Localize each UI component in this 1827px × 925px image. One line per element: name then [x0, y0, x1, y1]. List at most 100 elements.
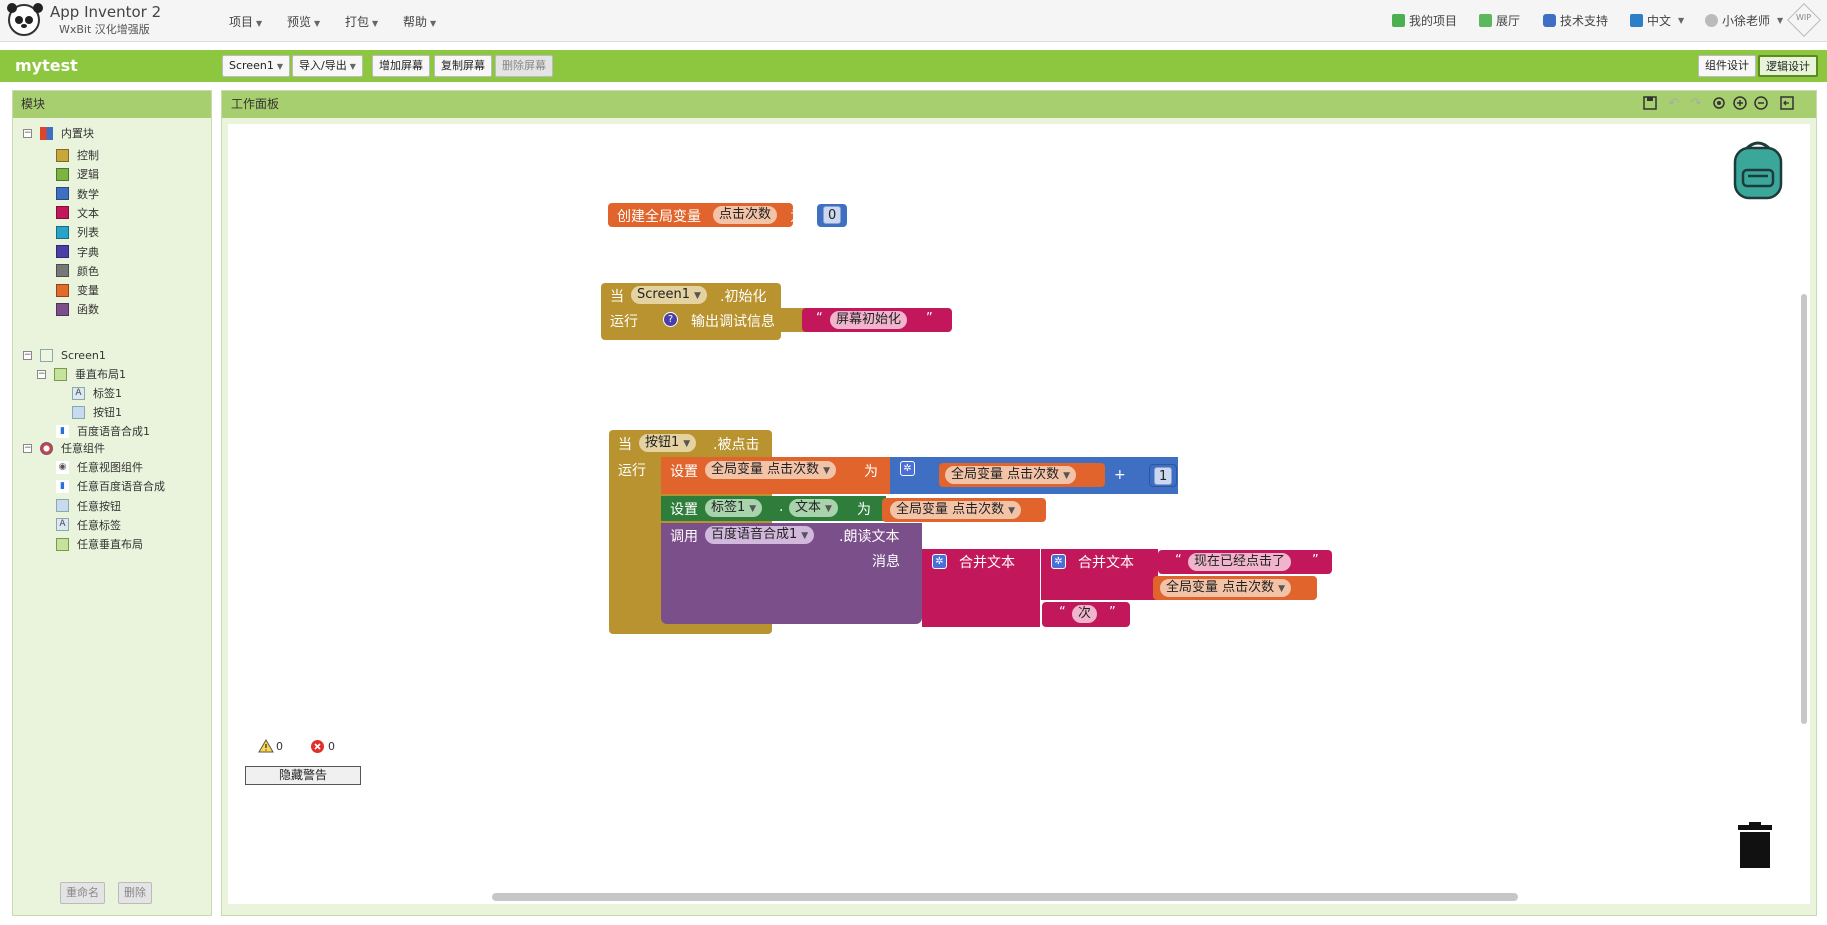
horizontal-scrollbar[interactable] [492, 893, 1518, 901]
undo-icon[interactable]: ↶ [1666, 95, 1682, 111]
text-field[interactable]: 现在已经点击了 [1188, 553, 1292, 571]
category-item[interactable]: 控制 [56, 146, 99, 164]
any-component-item[interactable]: ◉ 任意视图组件 [56, 458, 143, 476]
redo-icon[interactable]: ↷ [1688, 95, 1704, 111]
menu-project[interactable]: 项目 ▼ [229, 13, 262, 30]
trash-icon[interactable] [1738, 822, 1772, 868]
language-menu[interactable]: 中文 ▼ [1630, 12, 1684, 29]
join-text-block-inner[interactable]: ✲ 合并文本 [1041, 549, 1158, 600]
screen-select[interactable]: Screen1 ▼ [222, 55, 290, 77]
tree-builtin[interactable]: − 内置块 [23, 124, 94, 142]
any-component-item[interactable]: ▮ 任意百度语音合成 [56, 477, 165, 495]
category-item[interactable]: 列表 [56, 223, 99, 241]
block-text: .被点击 [713, 437, 760, 453]
mutator-gear-icon[interactable]: ✲ [932, 554, 947, 569]
delete-screen-button[interactable]: 删除屏幕 [495, 55, 553, 77]
component-dropdown[interactable]: 标签1 ▼ [705, 499, 763, 517]
blocks-editor-button[interactable]: 逻辑设计 [1758, 55, 1818, 77]
any-component-item[interactable]: 任意按钮 [56, 497, 121, 515]
my-projects-link[interactable]: 我的项目 [1392, 12, 1457, 29]
any-component-item[interactable]: 任意垂直布局 [56, 535, 143, 553]
text-block[interactable]: “ 现在已经点击了 ” [1158, 550, 1332, 574]
get-global-variable-block[interactable]: 全局变量 点击次数 ▼ [882, 498, 1046, 522]
zoom-in-icon[interactable] [1732, 95, 1748, 111]
component-dropdown[interactable]: 按钮1 ▼ [639, 434, 697, 452]
join-text-block[interactable]: ✲ 合并文本 [922, 549, 1040, 627]
category-item[interactable]: 函数 [56, 300, 99, 318]
category-color-swatch [56, 302, 69, 316]
mutator-gear-icon[interactable]: ✲ [1051, 554, 1066, 569]
any-component-item[interactable]: A 任意标签 [56, 516, 121, 534]
global-variable-dropdown[interactable]: 全局变量 点击次数 ▼ [945, 466, 1077, 484]
log-info-block[interactable]: ? 输出调试信息 [656, 308, 810, 332]
tree-label1[interactable]: A 标签1 [72, 384, 122, 402]
category-item[interactable]: 变量 [56, 281, 99, 299]
block-text: 运行 [618, 463, 646, 479]
layout-icon [56, 537, 69, 551]
gallery-link[interactable]: 展厅 [1479, 12, 1520, 29]
recenter-icon[interactable] [1711, 95, 1727, 111]
support-link[interactable]: 技术支持 [1543, 12, 1608, 29]
delete-button[interactable]: 删除 [118, 882, 152, 904]
number-block[interactable]: 1 [1149, 464, 1177, 487]
block-text: 设置 [670, 502, 698, 518]
text-block[interactable]: “ 次 ” [1042, 602, 1130, 627]
blocks-canvas[interactable]: 创建全局变量 点击次数 为 0 当 Screen1 ▼ .初始化 运行 ? 输出调… [228, 124, 1810, 904]
collapse-icon[interactable]: − [23, 443, 32, 453]
text-field[interactable]: 次 [1072, 605, 1098, 623]
global-variable-block[interactable]: 创建全局变量 点击次数 为 [608, 203, 804, 227]
collapse-icon[interactable]: − [23, 128, 32, 138]
property-dropdown[interactable]: 文本 ▼ [789, 499, 838, 517]
get-global-variable-block[interactable]: 全局变量 点击次数 ▼ [1153, 576, 1317, 600]
number-field[interactable]: 0 [823, 206, 842, 224]
copy-screen-button[interactable]: 复制屏幕 [434, 55, 492, 77]
vertical-scrollbar[interactable] [1801, 294, 1807, 724]
zoom-out-icon[interactable] [1753, 95, 1769, 111]
category-item[interactable]: 逻辑 [56, 165, 99, 183]
tree-tts[interactable]: ▮ 百度语音合成1 [56, 422, 150, 440]
backpack-icon[interactable] [1729, 136, 1787, 202]
category-item[interactable]: 颜色 [56, 262, 99, 280]
call-tts-speak-block[interactable]: 调用 百度语音合成1 ▼ .朗读文本 消息 [661, 523, 922, 624]
eye-icon: ◉ [56, 460, 69, 474]
category-item[interactable]: 文本 [56, 204, 99, 222]
tree-screen1[interactable]: − Screen1 [23, 346, 106, 364]
variable-name-field[interactable]: 点击次数 [713, 206, 778, 224]
import-export-button[interactable]: 导入/导出 ▼ [292, 55, 363, 77]
collapse-panel-icon[interactable] [1779, 95, 1795, 111]
user-menu[interactable]: 小徐老师 ▼ [1705, 12, 1783, 29]
collapse-icon[interactable]: − [37, 369, 46, 379]
text-block[interactable]: “ 屏幕初始化 ” [802, 308, 952, 332]
tree-vertical-layout[interactable]: − 垂直布局1 [37, 365, 126, 383]
designer-button[interactable]: 组件设计 [1698, 55, 1756, 77]
category-label: 文本 [77, 206, 99, 220]
hide-warnings-button[interactable]: 隐藏警告 [245, 766, 361, 785]
number-block[interactable]: 0 [817, 204, 847, 227]
category-item[interactable]: 数学 [56, 185, 99, 203]
global-variable-dropdown[interactable]: 全局变量 点击次数 ▼ [1160, 579, 1292, 597]
save-icon[interactable] [1642, 95, 1658, 111]
label-icon: A [72, 386, 85, 400]
category-item[interactable]: 字典 [56, 243, 99, 261]
mutator-gear-icon[interactable]: ✲ [900, 461, 915, 476]
global-variable-dropdown[interactable]: 全局变量 点击次数 ▼ [890, 501, 1022, 519]
component-dropdown[interactable]: Screen1 ▼ [631, 286, 707, 304]
number-field[interactable]: 1 [1154, 467, 1173, 485]
menu-preview[interactable]: 预览 ▼ [287, 13, 320, 30]
tree-button1[interactable]: 按钮1 [72, 403, 122, 421]
add-screen-button[interactable]: 增加屏幕 [372, 55, 430, 77]
get-global-variable-block[interactable]: 全局变量 点击次数 ▼ [939, 463, 1105, 487]
rename-button[interactable]: 重命名 [60, 882, 105, 904]
global-variable-dropdown[interactable]: 全局变量 点击次数 ▼ [705, 461, 837, 479]
block-text: .初始化 [720, 289, 767, 305]
any-component-label: 任意百度语音合成 [77, 480, 165, 494]
component-dropdown[interactable]: 百度语音合成1 ▼ [705, 526, 815, 544]
collapse-icon[interactable]: − [23, 350, 32, 360]
menu-build[interactable]: 打包 ▼ [345, 13, 378, 30]
category-label: 字典 [77, 245, 99, 259]
tree-any-component[interactable]: − 任意组件 [23, 439, 105, 457]
text-field[interactable]: 屏幕初始化 [830, 311, 908, 329]
menu-help[interactable]: 帮助 ▼ [403, 13, 436, 30]
set-label-text-block[interactable]: 设置 标签1 ▼ . 文本 ▼ 为 [661, 496, 886, 521]
set-global-variable-block[interactable]: 设置 全局变量 点击次数 ▼ 为 [661, 457, 891, 494]
